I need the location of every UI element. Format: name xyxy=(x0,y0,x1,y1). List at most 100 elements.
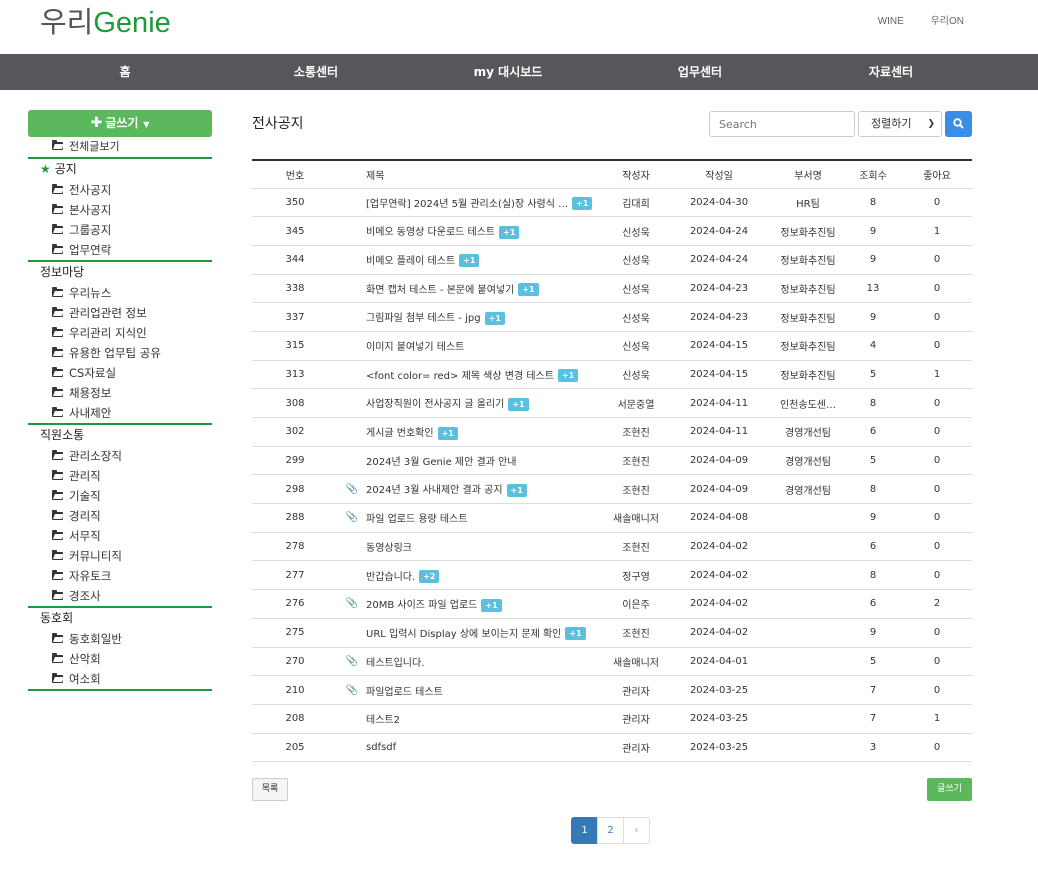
sidebar-item[interactable]: 서무직 xyxy=(28,526,212,546)
row-department: 경영개선팀 xyxy=(772,474,844,505)
table-row[interactable]: 350 [업무연락] 2024년 5월 관리소(실)장 사령식 … +1 김대희 202… xyxy=(252,188,972,218)
table-row[interactable]: 275 URL 입력시 Display 상에 보이는지 문제 확인 +1 조현진 202… xyxy=(252,618,972,648)
sidebar-item[interactable]: 채용정보 xyxy=(28,383,212,403)
page-2[interactable]: 2 xyxy=(597,817,624,844)
star-icon: ★ xyxy=(40,162,51,176)
row-date: 2024-04-01 xyxy=(666,647,772,677)
sidebar-item[interactable]: 커뮤니티직 xyxy=(28,546,212,566)
table-row[interactable]: 270 📎 테스트입니다. 새솔매니저 2024-04-01 5 0 xyxy=(252,647,972,677)
sidebar-item[interactable]: 관리소장직 xyxy=(28,446,212,466)
sidebar-item[interactable]: 여소회 xyxy=(28,669,212,689)
sidebar-item[interactable]: 산악회 xyxy=(28,649,212,669)
sidebar-item-all[interactable]: 전체글보기 xyxy=(28,137,212,157)
next-page-button[interactable]: › xyxy=(623,817,650,844)
sort-select[interactable]: 정렬하기 ❯ xyxy=(858,111,942,137)
logo[interactable]: 우리Genie xyxy=(40,6,171,40)
list-button[interactable]: 목록 xyxy=(252,778,288,801)
post-title-link[interactable]: 2024년 3월 Genie 제안 결과 안내 xyxy=(366,457,516,468)
post-title-link[interactable]: 동영상링크 xyxy=(366,543,412,554)
post-title-link[interactable]: 게시글 번호확인 xyxy=(366,428,434,439)
row-date: 2024-03-25 xyxy=(666,704,772,734)
search-button[interactable] xyxy=(945,111,972,137)
table-row[interactable]: 315 이미지 붙여넣기 테스트 신성욱 2024-04-15 정보화추진팀 4 0 xyxy=(252,331,972,361)
table-row[interactable]: 302 게시글 번호확인 +1 조현진 2024-04-11 경영개선팀 6 0 xyxy=(252,417,972,447)
post-title-link[interactable]: 이미지 붙여넣기 테스트 xyxy=(366,342,464,353)
sidebar-item[interactable]: 우리관리 지식인 xyxy=(28,323,212,343)
sidebar-item[interactable]: CS자료실 xyxy=(28,363,212,383)
nav-data-center[interactable]: 자료센터 xyxy=(791,54,991,90)
post-title-link[interactable]: 화면 캡처 테스트 - 본문에 붙여넣기 xyxy=(366,285,514,296)
post-title-link[interactable]: 20MB 사이즈 파일 업로드 xyxy=(366,600,477,611)
post-title-link[interactable]: 테스트입니다. xyxy=(366,658,424,669)
sidebar-item[interactable]: 그룹공지 xyxy=(28,220,212,240)
sidebar-item[interactable]: 우리뉴스 xyxy=(28,283,212,303)
wine-link[interactable]: WINE xyxy=(878,16,904,27)
post-title-link[interactable]: 비메오 동영상 다운로드 테스트 xyxy=(366,227,495,238)
table-row[interactable]: 337 그림파일 첨부 테스트 - jpg +1 신성욱 2024-04-23 정보화추진… xyxy=(252,302,972,332)
row-department: 경영개선팀 xyxy=(772,446,844,476)
folder-icon xyxy=(52,140,63,150)
table-row[interactable]: 205 sdfsdf 관리자 2024-03-25 3 0 xyxy=(252,733,972,763)
folder-icon xyxy=(52,570,63,580)
nav-communication[interactable]: 소통센터 xyxy=(216,54,416,90)
post-title-link[interactable]: 반갑습니다. xyxy=(366,572,415,583)
table-row[interactable]: 344 비메오 플레이 테스트 +1 신성욱 2024-04-24 정보화추진팀 9 0 xyxy=(252,245,972,275)
sidebar-item[interactable]: 업무연락 xyxy=(28,240,212,260)
post-title-link[interactable]: 파일 업로드 용량 테스트 xyxy=(366,514,468,525)
table-row[interactable]: 210 📎 파일업로드 테스트 관리자 2024-03-25 7 0 xyxy=(252,675,972,705)
sidebar-write-button[interactable]: ✚ 글쓰기 ▼ xyxy=(28,110,212,137)
sidebar-item[interactable]: 사내제안 xyxy=(28,403,212,423)
post-title-link[interactable]: sdfsdf xyxy=(366,742,396,753)
post-title-link[interactable]: 그림파일 첨부 테스트 - jpg xyxy=(366,313,481,324)
sidebar-item[interactable]: 경리직 xyxy=(28,506,212,526)
post-title-link[interactable]: URL 입력시 Display 상에 보이는지 문제 확인 xyxy=(366,629,561,640)
nav-my-dashboard[interactable]: my 대시보드 xyxy=(408,54,608,90)
post-title-link[interactable]: 사업장직원이 전사공지 글 올리기 xyxy=(366,399,504,410)
post-title-link[interactable]: 비메오 플레이 테스트 xyxy=(366,256,455,267)
table-row[interactable]: 288 📎 파일 업로드 용량 테스트 새솔매니저 2024-04-08 9 0 xyxy=(252,503,972,533)
post-title-link[interactable]: <font color= red> 제목 색상 변경 테스트 xyxy=(366,371,554,382)
post-title-link[interactable]: 2024년 3월 사내제안 결과 공지 xyxy=(366,485,503,496)
row-date: 2024-03-25 xyxy=(666,733,772,763)
table-row[interactable]: 299 2024년 3월 Genie 제안 결과 안내 조현진 2024-04-09 경… xyxy=(252,446,972,476)
sidebar-section-title[interactable]: 직원소통 xyxy=(28,425,212,446)
table-row[interactable]: 298 📎 2024년 3월 사내제안 결과 공지 +1 조현진 2024-04-09 경영… xyxy=(252,474,972,505)
sidebar-item[interactable]: 본사공지 xyxy=(28,200,212,220)
sidebar-item-label: 서무직 xyxy=(69,529,101,543)
sidebar-item[interactable]: 경조사 xyxy=(28,586,212,606)
post-title-link[interactable]: 파일업로드 테스트 xyxy=(366,687,443,698)
table-row[interactable]: 338 화면 캡처 테스트 - 본문에 붙여넣기 +1 신성욱 2024-04-23 정보… xyxy=(252,274,972,304)
sidebar-item-label: 커뮤니티직 xyxy=(69,549,122,563)
search-input[interactable] xyxy=(709,111,855,137)
nav-home[interactable]: 홈 xyxy=(25,54,225,90)
logo-part2: Genie xyxy=(93,7,171,39)
sidebar-item[interactable]: 전사공지 xyxy=(28,180,212,200)
comment-count-badge: +2 xyxy=(419,570,440,584)
sidebar-item[interactable]: 동호회일반 xyxy=(28,629,212,649)
post-title-link[interactable]: 테스트2 xyxy=(366,715,400,726)
write-button[interactable]: 글쓰기 xyxy=(927,778,972,801)
table-row[interactable]: 277 반갑습니다. +2 정구영 2024-04-02 8 0 xyxy=(252,560,972,591)
sidebar-section-title[interactable]: 동호회 xyxy=(28,608,212,629)
table-row[interactable]: 308 사업장직원이 전사공지 글 올리기 +1 서문중열 2024-04-11 인천송도… xyxy=(252,388,972,418)
table-row[interactable]: 278 동영상링크 조현진 2024-04-02 6 0 xyxy=(252,532,972,562)
sidebar-section-title[interactable]: ★ 공지 xyxy=(28,159,212,180)
table-row[interactable]: 313 <font color= red> 제목 색상 변경 테스트 +1 신성욱 20… xyxy=(252,360,972,390)
table-row[interactable]: 276 📎 20MB 사이즈 파일 업로드 +1 이은주 2024-04-02 6 2 xyxy=(252,589,972,619)
table-row[interactable]: 208 테스트2 관리자 2024-03-25 7 1 xyxy=(252,704,972,734)
sidebar-item[interactable]: 기술직 xyxy=(28,486,212,506)
folder-icon xyxy=(52,347,63,357)
sidebar-item[interactable]: 관리직 xyxy=(28,466,212,486)
sidebar-item[interactable]: 관리업관련 정보 xyxy=(28,303,212,323)
page-1[interactable]: 1 xyxy=(571,817,598,844)
row-title: 반갑습니다. +2 xyxy=(366,560,606,591)
nav-work-center[interactable]: 업무센터 xyxy=(600,54,800,90)
sidebar-section-title[interactable]: 정보마당 xyxy=(28,262,212,283)
sidebar-item[interactable]: 자유토크 xyxy=(28,566,212,586)
folder-icon xyxy=(52,224,63,234)
post-title-link[interactable]: [업무연락] 2024년 5월 관리소(실)장 사령식 … xyxy=(366,199,568,210)
table-row[interactable]: 345 비메오 동영상 다운로드 테스트 +1 신성욱 2024-04-24 정보화추진팀… xyxy=(252,216,972,246)
woorion-link[interactable]: 우리ON xyxy=(931,16,964,27)
row-date: 2024-03-25 xyxy=(666,675,772,705)
sidebar-item[interactable]: 유용한 업무팁 공유 xyxy=(28,343,212,363)
